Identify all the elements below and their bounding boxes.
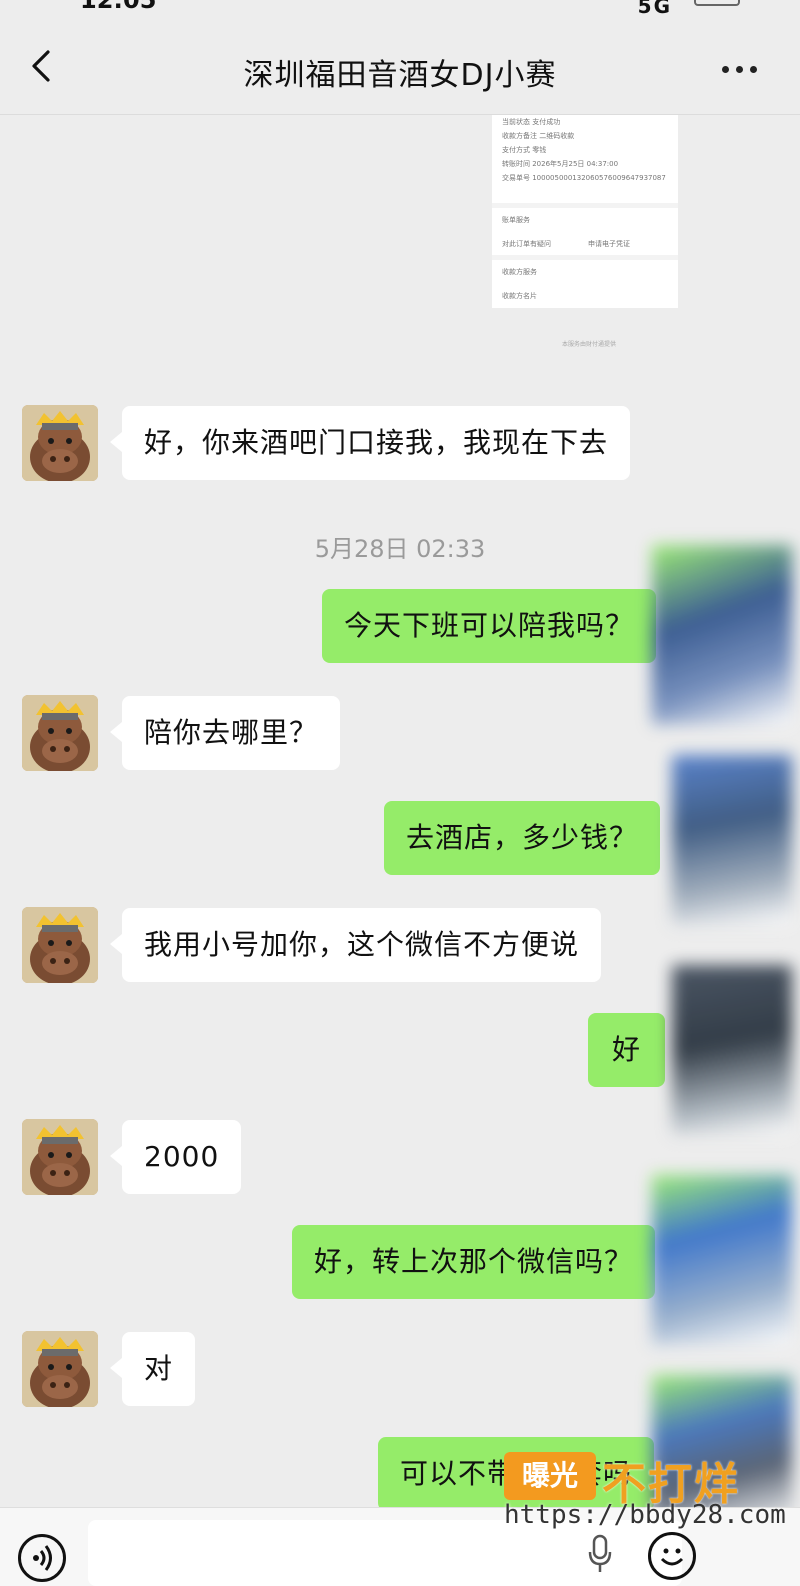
chat-header: 深圳福田音酒女DJ小赛 xyxy=(0,14,800,115)
hippo-avatar-icon xyxy=(22,907,98,983)
battery-icon xyxy=(694,0,740,6)
chat-messages[interactable]: 当前状态 支付成功 收款方备注 二维码收款 支付方式 零钱 转账时间 2026年… xyxy=(0,115,800,1507)
emoji-icon xyxy=(660,1548,684,1566)
avatar[interactable] xyxy=(22,405,98,481)
payment-receipt-image[interactable]: 当前状态 支付成功 收款方备注 二维码收款 支付方式 零钱 转账时间 2026年… xyxy=(492,115,678,308)
blurred-avatar xyxy=(652,545,792,725)
emoji-button[interactable] xyxy=(648,1532,696,1580)
voice-button[interactable] xyxy=(18,1534,66,1582)
hippo-avatar-icon xyxy=(22,405,98,481)
message-bubble-sent[interactable]: 好 xyxy=(588,1013,666,1087)
receipt-item: 对此订单有疑问 xyxy=(502,240,551,248)
receipt-row: 当前状态 支付成功 xyxy=(502,118,561,126)
ellipsis-icon xyxy=(722,66,729,73)
chat-title: 深圳福田音酒女DJ小赛 xyxy=(243,58,557,93)
message-bubble-received[interactable]: 我用小号加你，这个微信不方便说 xyxy=(109,908,602,982)
receipt-footer: 本服务由财付通提供 xyxy=(562,341,617,348)
watermark-badge: 曝光 xyxy=(504,1452,596,1500)
receipt-row: 交易单号 100005000132060576009647937087 xyxy=(502,174,666,182)
mic-button[interactable] xyxy=(588,1534,612,1574)
status-time: 12:05 xyxy=(80,0,157,14)
avatar[interactable] xyxy=(22,1119,98,1195)
message-bubble-sent[interactable]: 去酒店，多少钱？ xyxy=(384,801,661,875)
voice-icon xyxy=(33,1545,52,1571)
avatar[interactable] xyxy=(22,695,98,771)
avatar[interactable] xyxy=(22,1331,98,1407)
blurred-avatar xyxy=(672,965,792,1135)
watermark-url: https://bbdy28.com xyxy=(504,1500,786,1530)
more-button[interactable] xyxy=(720,58,760,78)
hippo-avatar-icon xyxy=(22,1119,98,1195)
hippo-avatar-icon xyxy=(22,1331,98,1407)
message-bubble-sent[interactable]: 今天下班可以陪我吗？ xyxy=(322,589,657,663)
blurred-avatar xyxy=(672,755,792,925)
message-bubble-received[interactable]: 对 xyxy=(109,1332,196,1406)
status-bar: 12:05 5G xyxy=(0,0,800,18)
receipt-row: 支付方式 零钱 xyxy=(502,146,547,154)
message-bubble-sent[interactable]: 好，转上次那个微信吗？ xyxy=(292,1225,656,1299)
hippo-avatar-icon xyxy=(22,695,98,771)
receipt-item: 申请电子凭证 xyxy=(588,240,630,248)
receipt-row: 收款方备注 二维码收款 xyxy=(502,132,575,140)
receipt-section-title: 账单服务 xyxy=(502,216,530,224)
receipt-row: 转账时间 2026年5月25日 04:37:00 xyxy=(502,160,619,168)
message-bubble-received[interactable]: 好，你来酒吧门口接我，我现在下去 xyxy=(109,406,631,480)
message-bubble-received[interactable]: 2000 xyxy=(109,1120,242,1194)
receipt-item: 收款方名片 xyxy=(502,292,537,300)
receipt-section-title: 收款方服务 xyxy=(502,268,537,276)
avatar[interactable] xyxy=(22,907,98,983)
message-bubble-received[interactable]: 陪你去哪里？ xyxy=(109,696,341,770)
blurred-avatar xyxy=(652,1175,792,1345)
mic-icon xyxy=(588,1534,612,1572)
